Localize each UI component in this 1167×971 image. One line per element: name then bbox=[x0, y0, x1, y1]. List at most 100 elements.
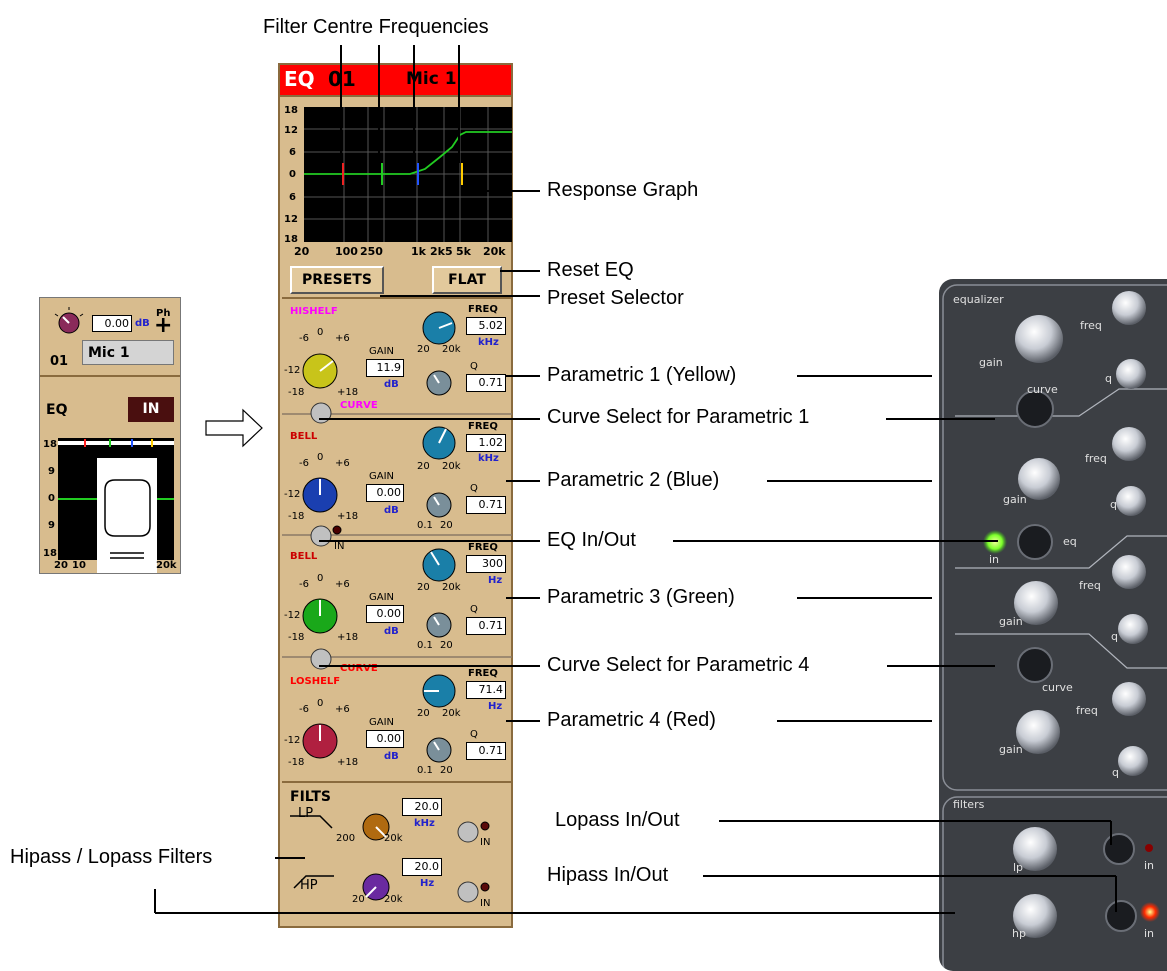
callout-filter-centre: Filter Centre Frequencies bbox=[263, 16, 489, 38]
band1-curve-button bbox=[310, 402, 332, 424]
hw-q-knob-3 bbox=[1118, 614, 1148, 644]
band1-freq-unit: kHz bbox=[478, 337, 499, 348]
eq-in-button bbox=[310, 525, 332, 547]
band4-gain-label: GAIN bbox=[369, 717, 395, 728]
graph-y-label: 0 bbox=[289, 169, 296, 180]
mini-channel-strip: 0.00 dB Ph + 01 Mic 1 EQ IN 18 9 0 9 18 … bbox=[39, 297, 181, 574]
band3-q-value[interactable]: 0.71 bbox=[466, 617, 506, 635]
mini-channel-name[interactable]: Mic 1 bbox=[82, 340, 174, 365]
hw-q-label: q bbox=[1112, 766, 1119, 779]
band3-q-max: 20 bbox=[440, 640, 453, 651]
band4-scale: -6 bbox=[299, 704, 309, 715]
hp-range-max: 20k bbox=[384, 894, 403, 905]
lp-range-min: 200 bbox=[336, 833, 356, 844]
callout-param2: Parametric 2 (Blue) bbox=[547, 469, 720, 491]
callout-param1: Parametric 1 (Yellow) bbox=[547, 364, 737, 386]
graph-x-label: 250 bbox=[360, 245, 383, 258]
band2-scale: -6 bbox=[299, 458, 309, 469]
band3-q-label: Q bbox=[470, 604, 478, 615]
callout-hipass: Hipass In/Out bbox=[547, 864, 669, 886]
hw-gain-knob-1 bbox=[1015, 315, 1063, 363]
band2-q-max: 20 bbox=[440, 520, 453, 531]
band2-type-label: BELL bbox=[290, 431, 318, 442]
lp-in-button bbox=[457, 821, 479, 843]
band4-freq-label: FREQ bbox=[468, 668, 498, 679]
band1-q-label: Q bbox=[470, 361, 478, 372]
lp-in-label: IN bbox=[480, 837, 491, 848]
band1-gain-value[interactable]: 11.9 bbox=[366, 359, 404, 377]
band2-freq-value[interactable]: 1.02 bbox=[466, 434, 506, 452]
mini-eq-in-button[interactable]: IN bbox=[128, 397, 174, 422]
band2-gain-value[interactable]: 0.00 bbox=[366, 484, 404, 502]
mini-phase-icon[interactable]: + bbox=[154, 315, 172, 337]
band1-freq-max: 20k bbox=[442, 344, 461, 355]
callout-curve1: Curve Select for Parametric 1 bbox=[547, 406, 810, 428]
band3-freq-label: FREQ bbox=[468, 542, 498, 553]
hw-lp-in-label: in bbox=[1144, 859, 1155, 872]
band4-scale: -12 bbox=[284, 735, 301, 746]
mini-gain-value[interactable]: 0.00 bbox=[92, 315, 132, 332]
hw-in-label: in bbox=[989, 553, 1000, 566]
band2-freq-unit: kHz bbox=[478, 453, 499, 464]
band3-freq-unit: Hz bbox=[488, 575, 503, 586]
band3-gain-value[interactable]: 0.00 bbox=[366, 605, 404, 623]
band1-scale: -6 bbox=[299, 333, 309, 344]
band4-gain-value[interactable]: 0.00 bbox=[366, 730, 404, 748]
band1-freq-value[interactable]: 5.02 bbox=[466, 317, 506, 335]
band1-q-value[interactable]: 0.71 bbox=[466, 374, 506, 392]
hw-eq-in-button bbox=[1017, 524, 1053, 560]
hw-gain-label: gain bbox=[999, 743, 1023, 756]
band2-scale: -18 bbox=[288, 511, 305, 522]
hw-freq-knob-1 bbox=[1112, 291, 1146, 325]
graph-y-label: 18 bbox=[284, 234, 298, 245]
hw-lp-in-led bbox=[1145, 844, 1153, 852]
hp-freq-value[interactable]: 20.0 bbox=[402, 858, 442, 876]
band3-freq-value[interactable]: 300 bbox=[466, 555, 506, 573]
band1-scale: -12 bbox=[284, 365, 301, 376]
filts-label: FILTS bbox=[290, 789, 332, 805]
band2-q-min: 0.1 bbox=[417, 520, 433, 531]
callout-param4: Parametric 4 (Red) bbox=[547, 709, 716, 731]
graph-y-label: 6 bbox=[289, 147, 296, 158]
band4-freq-value[interactable]: 71.4 bbox=[466, 681, 506, 699]
lp-freq-value[interactable]: 20.0 bbox=[402, 798, 442, 816]
band3-freq-max: 20k bbox=[442, 582, 461, 593]
graph-x-label: 20k bbox=[483, 245, 506, 258]
band1-scale: -18 bbox=[288, 387, 305, 398]
band3-scale: -18 bbox=[288, 632, 305, 643]
band2-gain-label: GAIN bbox=[369, 471, 395, 482]
band2-scale: 0 bbox=[317, 452, 324, 463]
flat-button[interactable]: FLAT bbox=[432, 266, 502, 294]
mini-eq-label: EQ bbox=[46, 402, 68, 418]
band1-freq-min: 20 bbox=[417, 344, 430, 355]
hw-freq-label: freq bbox=[1079, 579, 1101, 592]
band2-q-value[interactable]: 0.71 bbox=[466, 496, 506, 514]
band3-scale: 0 bbox=[317, 573, 324, 584]
band4-type-label: LOSHELF bbox=[290, 676, 341, 687]
mini-graph-x-label: 10 bbox=[72, 560, 86, 571]
presets-button[interactable]: PRESETS bbox=[290, 266, 384, 294]
hw-curve-label: curve bbox=[1027, 383, 1058, 396]
band4-q-label: Q bbox=[470, 729, 478, 740]
hw-gain-label: gain bbox=[999, 615, 1023, 628]
hw-freq-knob-4 bbox=[1112, 682, 1146, 716]
band2-freq-max: 20k bbox=[442, 461, 461, 472]
graph-x-label: 5k bbox=[456, 245, 471, 258]
band4-q-value[interactable]: 0.71 bbox=[466, 742, 506, 760]
hw-freq-knob-3 bbox=[1112, 555, 1146, 589]
mini-graph-x-label: 20k bbox=[156, 560, 177, 571]
graph-y-label: 18 bbox=[284, 105, 298, 116]
hw-hp-in-label: in bbox=[1144, 927, 1155, 940]
hw-eq-in-led bbox=[983, 530, 1007, 554]
mini-graph-y-label: 18 bbox=[43, 548, 57, 559]
lp-in-led bbox=[480, 821, 490, 831]
hw-lp-label: lp bbox=[1013, 861, 1024, 874]
band1-scale: +6 bbox=[335, 333, 350, 344]
hp-freq-unit: Hz bbox=[420, 878, 435, 889]
callout-eq-inout: EQ In/Out bbox=[547, 529, 636, 551]
band3-type-label: BELL bbox=[290, 551, 318, 562]
band4-scale: 0 bbox=[317, 698, 324, 709]
hw-q-knob-4 bbox=[1118, 746, 1148, 776]
hw-q-label: q bbox=[1111, 630, 1118, 643]
mini-channel-number: 01 bbox=[50, 354, 69, 369]
